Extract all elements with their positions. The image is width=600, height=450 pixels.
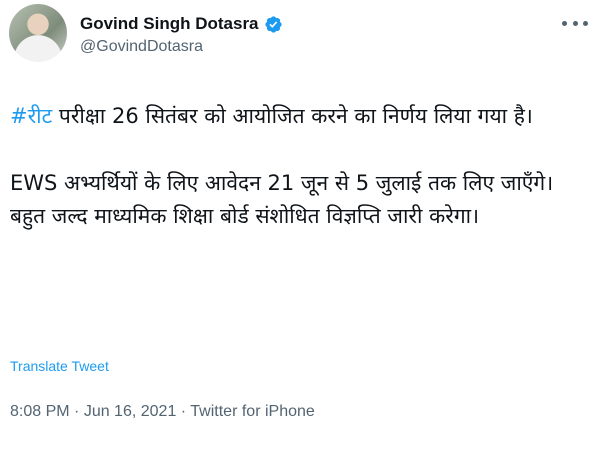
author-handle[interactable]: @GovindDotasra: [80, 38, 203, 56]
tweet-paragraph-2: EWS अभ्यर्थियों के लिए आवेदन 21 जून से 5…: [10, 171, 554, 228]
tweet-source[interactable]: Twitter for iPhone: [190, 403, 315, 420]
author-display-name[interactable]: Govind Singh Dotasra: [80, 14, 259, 34]
verified-badge-icon: [264, 15, 282, 33]
tweet-paragraph-1-text: परीक्षा 26 सितंबर को आयोजित करने का निर्…: [52, 104, 533, 128]
avatar[interactable]: [9, 4, 67, 62]
author-name-row[interactable]: Govind Singh Dotasra: [80, 12, 283, 36]
tweet-text: #रीट परीक्षा 26 सितंबर को आयोजित करने का…: [10, 100, 585, 233]
more-options-icon[interactable]: [562, 16, 588, 30]
tweet-date[interactable]: Jun 16, 2021: [84, 403, 177, 420]
tweet-meta: 8:08 PM · Jun 16, 2021 · Twitter for iPh…: [10, 403, 315, 421]
translate-tweet-link[interactable]: Translate Tweet: [10, 358, 109, 374]
hashtag-link[interactable]: #रीट: [10, 104, 52, 128]
tweet-time[interactable]: 8:08 PM: [10, 403, 70, 420]
meta-separator: ·: [176, 403, 191, 420]
meta-separator: ·: [69, 403, 84, 420]
tweet-paragraph-1: #रीट परीक्षा 26 सितंबर को आयोजित करने का…: [10, 100, 585, 133]
tweet: Govind Singh Dotasra @GovindDotasra #रीट…: [0, 0, 600, 450]
